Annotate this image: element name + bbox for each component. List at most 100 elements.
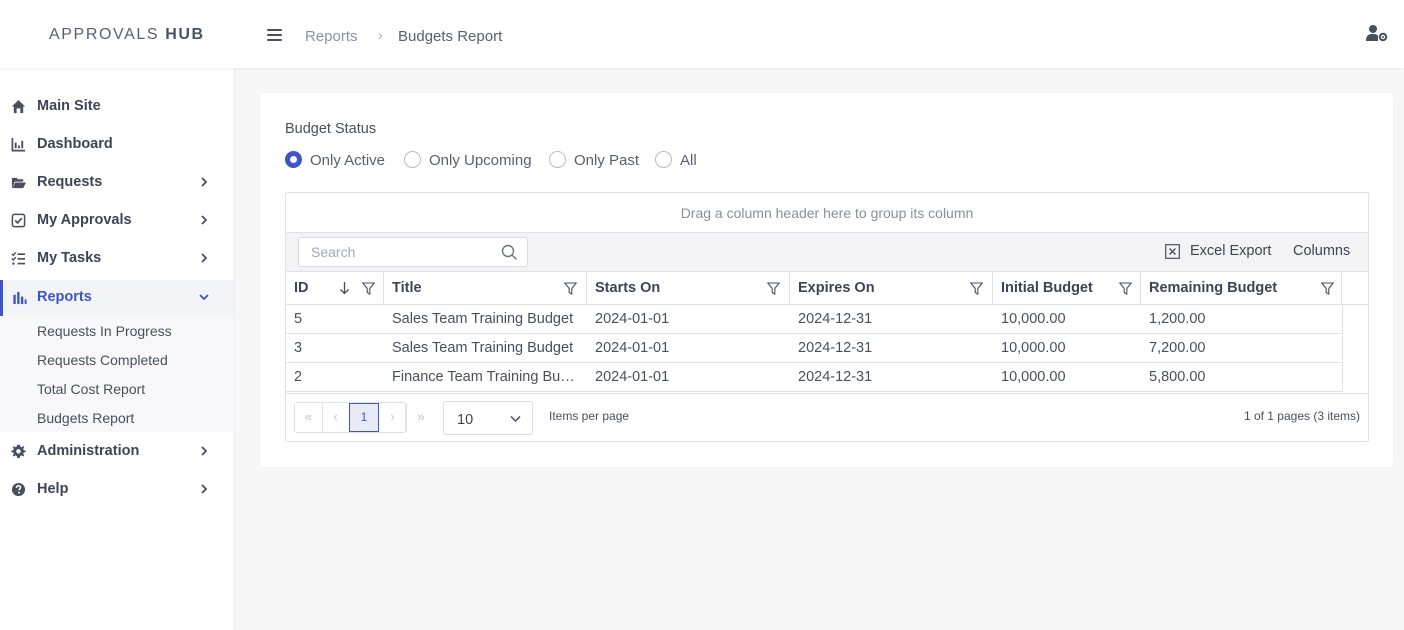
sidebar-item-dashboard[interactable]: Dashboard	[0, 127, 234, 163]
cell-starts-on: 2024-01-01	[595, 369, 670, 385]
filter-icon[interactable]	[362, 282, 375, 295]
cell-starts-on: 2024-01-01	[595, 340, 670, 356]
check-square-icon	[11, 213, 26, 228]
filter-icon[interactable]	[564, 282, 577, 295]
column-header-title[interactable]: Title	[384, 272, 587, 305]
chevron-right-icon	[201, 253, 208, 263]
pager-first-button[interactable]: «	[295, 403, 323, 432]
sidebar-item-label: Dashboard	[37, 136, 113, 152]
chevron-right-icon	[201, 177, 208, 187]
excel-export-button[interactable]: Excel Export	[1165, 243, 1275, 263]
pager-info: 1 of 1 pages (3 items)	[1243, 409, 1360, 423]
column-header-initial-budget[interactable]: Initial Budget	[993, 272, 1141, 305]
cell-expires-on: 2024-12-31	[798, 340, 873, 356]
radio-all[interactable]: All	[655, 150, 705, 170]
cell-expires-on: 2024-12-31	[798, 369, 873, 385]
user-settings-icon[interactable]	[1366, 24, 1388, 42]
column-header-remaining-budget[interactable]: Remaining Budget	[1141, 272, 1342, 305]
filter-icon[interactable]	[970, 282, 983, 295]
cell-expires-on: 2024-12-31	[798, 311, 873, 327]
table-row[interactable]: 5 Sales Team Training Budget 2024-01-01 …	[286, 305, 1342, 334]
column-header-label: Title	[392, 280, 422, 296]
pager-buttons: « ‹ 1 › »	[294, 402, 425, 433]
sidebar-item-my-approvals[interactable]: My Approvals	[0, 203, 234, 239]
sidebar-item-label: Main Site	[37, 98, 101, 114]
top-header: APPROVALS HUB Reports › Budgets Report	[0, 0, 1404, 68]
sidebar-item-my-tasks[interactable]: My Tasks	[0, 241, 234, 277]
menu-toggle-icon[interactable]	[267, 29, 282, 41]
sidebar-item-label: Reports	[37, 289, 92, 305]
breadcrumb-parent[interactable]: Reports	[305, 28, 358, 45]
pager-next-button[interactable]: ›	[379, 403, 407, 432]
sidebar-subitem-requests-in-progress[interactable]: Requests In Progress	[37, 323, 172, 339]
radio-checked-icon	[285, 151, 302, 168]
table-row[interactable]: 3 Sales Team Training Budget 2024-01-01 …	[286, 334, 1342, 363]
pager-current-page[interactable]: 1	[349, 403, 379, 432]
radio-only-active[interactable]: Only Active	[285, 150, 395, 170]
column-header-starts-on[interactable]: Starts On	[587, 272, 790, 305]
cell-starts-on: 2024-01-01	[595, 311, 670, 327]
tasks-icon	[11, 251, 26, 265]
chart-line-icon	[11, 137, 26, 152]
chevron-right-icon	[201, 484, 208, 494]
cell-initial-budget: 10,000.00	[1001, 340, 1066, 356]
home-icon	[11, 99, 26, 114]
filter-icon[interactable]	[767, 282, 780, 295]
grid-toolbar: Excel Export Columns	[286, 233, 1368, 272]
table-row[interactable]: 2 Finance Team Training Bud... 2024-01-0…	[286, 363, 1342, 392]
app-brand[interactable]: APPROVALS HUB	[49, 26, 205, 44]
grid-search[interactable]	[298, 237, 528, 267]
grid-pager: « ‹ 1 › » 10 Items per page 1 of 1 pages…	[286, 393, 1368, 441]
brand-bold: HUB	[165, 26, 205, 43]
cell-id: 3	[294, 340, 303, 356]
sidebar-item-requests[interactable]: Requests	[0, 165, 234, 201]
items-per-page-label: Items per page	[549, 409, 630, 423]
radio-label: All	[680, 152, 697, 169]
sidebar-item-administration[interactable]: Administration	[0, 434, 234, 470]
column-header-label: Initial Budget	[1001, 280, 1093, 296]
radio-only-upcoming[interactable]: Only Upcoming	[404, 150, 539, 170]
sort-descending-icon[interactable]	[339, 281, 350, 295]
sidebar-item-label: My Tasks	[37, 250, 102, 266]
sidebar-subitem-budgets-report[interactable]: Budgets Report	[37, 410, 134, 426]
breadcrumb-current: Budgets Report	[398, 28, 503, 45]
radio-only-past[interactable]: Only Past	[549, 150, 644, 170]
radio-label: Only Upcoming	[429, 152, 532, 169]
sidebar-item-help[interactable]: Help	[0, 472, 234, 508]
sidebar-item-label: Help	[37, 481, 69, 497]
cell-title: Sales Team Training Budget	[392, 311, 574, 327]
cell-title: Sales Team Training Budget	[392, 340, 574, 356]
chevron-down-icon	[510, 415, 521, 423]
search-input[interactable]	[311, 243, 491, 261]
folder-open-icon	[11, 177, 26, 189]
column-header-id[interactable]: ID	[286, 272, 384, 305]
cell-title: Finance Team Training Bud...	[392, 369, 580, 385]
column-header-expires-on[interactable]: Expires On	[790, 272, 993, 305]
sidebar-subitem-total-cost-report[interactable]: Total Cost Report	[37, 381, 145, 397]
sidebar-item-label: Requests	[37, 174, 103, 190]
grid-scrollbar[interactable]	[1342, 305, 1368, 392]
sidebar-subitem-requests-completed[interactable]: Requests Completed	[37, 352, 168, 368]
group-panel[interactable]: Drag a column header here to group its c…	[286, 193, 1368, 233]
page-size-select[interactable]: 10	[443, 401, 533, 435]
sidebar-item-reports[interactable]: Reports	[0, 280, 234, 316]
sidebar-item-label: My Approvals	[37, 212, 132, 228]
chevron-right-icon	[201, 446, 208, 456]
brand-light: APPROVALS	[49, 26, 166, 43]
chevron-down-icon	[199, 294, 209, 301]
filter-icon[interactable]	[1119, 282, 1132, 295]
budget-status-label: Budget Status	[285, 121, 377, 137]
search-icon	[501, 244, 517, 260]
columns-button[interactable]: Columns	[1293, 243, 1350, 259]
breadcrumb-separator: ›	[378, 27, 383, 43]
group-panel-hint: Drag a column header here to group its c…	[680, 205, 974, 221]
chevron-right-icon	[201, 215, 208, 225]
pager-last-button[interactable]: »	[407, 403, 435, 432]
gear-icon	[11, 444, 26, 458]
cell-id: 2	[294, 369, 303, 385]
filter-icon[interactable]	[1321, 282, 1334, 295]
sidebar-item-main-site[interactable]: Main Site	[0, 89, 234, 125]
sidebar-item-label: Administration	[37, 443, 140, 459]
pager-prev-button[interactable]: ‹	[322, 403, 350, 432]
cell-remaining-budget: 5,800.00	[1149, 369, 1206, 385]
